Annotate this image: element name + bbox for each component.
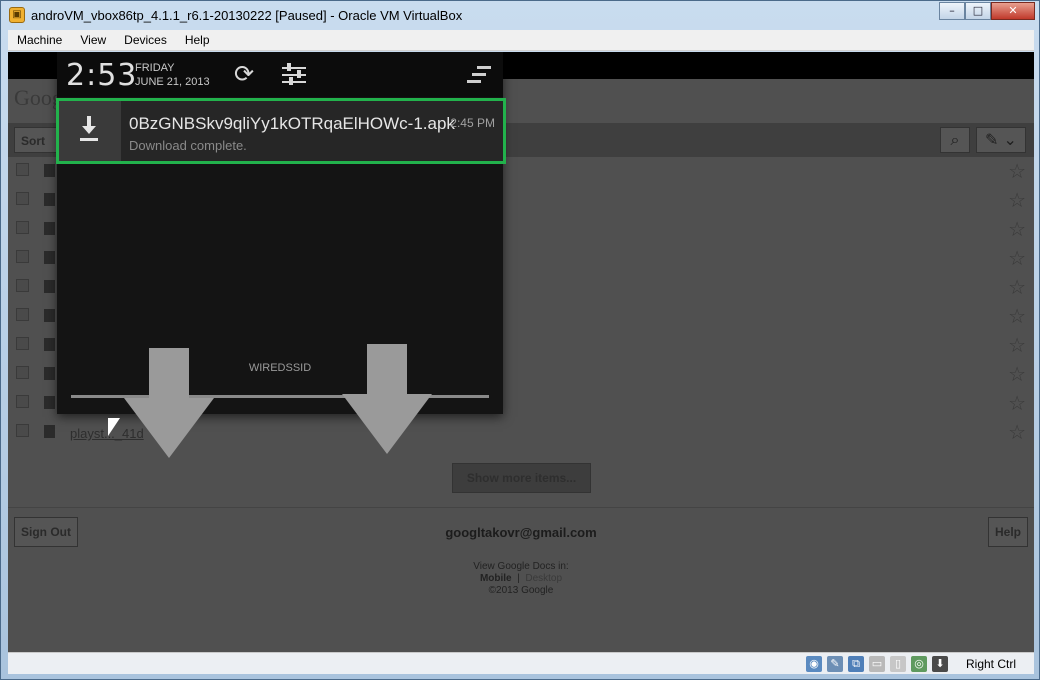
star-icon[interactable]: ☆ — [1008, 333, 1026, 357]
row-checkbox[interactable] — [16, 337, 29, 350]
virtualbox-app-icon: ▣ — [9, 7, 25, 23]
copyright-text: ©2013 Google — [488, 585, 554, 596]
guest-screen[interactable]: Goog Sort ⌕ ✎ ⌄ ☆ ☆ ☆ ☆ ☆ ☆ ☆ ☆ ☆ playst… — [8, 52, 1034, 652]
spreadsheet-file-icon — [44, 164, 55, 177]
network-icon[interactable]: ⧉ — [848, 656, 864, 672]
view-mode-links: Mobile | Desktop — [8, 573, 1034, 584]
virtualbox-window: ▣ androVM_vbox86tp_4.1.1_r6.1-20130222 [… — [0, 0, 1040, 680]
menu-view[interactable]: View — [71, 33, 115, 47]
file-icon — [44, 251, 55, 264]
star-icon[interactable]: ☆ — [1008, 217, 1026, 241]
clock-date: JUNE 21, 2013 — [135, 76, 210, 88]
close-button[interactable]: ✕ — [991, 2, 1035, 20]
desktop-link[interactable]: Desktop — [525, 573, 562, 584]
star-icon[interactable]: ☆ — [1008, 420, 1026, 444]
file-icon — [44, 309, 55, 322]
file-icon — [44, 193, 55, 206]
maximize-button[interactable]: □ — [965, 2, 991, 20]
star-icon[interactable]: ☆ — [1008, 304, 1026, 328]
window-controls: – □ ✕ — [939, 2, 1035, 20]
file-icon — [44, 425, 55, 438]
star-icon[interactable]: ☆ — [1008, 275, 1026, 299]
help-button[interactable]: Help — [988, 517, 1028, 547]
clock-day: FRIDAY — [135, 62, 175, 74]
file-icon — [44, 367, 55, 380]
host-key-label: Right Ctrl — [965, 657, 1016, 671]
star-icon[interactable]: ☆ — [1008, 159, 1026, 183]
vm-status-bar: ◉ ✎ ⧉ ▭ ▯ ◎ ⬇ Right Ctrl — [8, 652, 1034, 674]
quick-settings-icon[interactable] — [279, 60, 309, 90]
file-icon — [44, 280, 55, 293]
clock-time: 2:53 — [66, 58, 138, 93]
menu-machine[interactable]: Machine — [8, 33, 71, 47]
star-icon[interactable]: ☆ — [1008, 246, 1026, 270]
file-icon — [44, 338, 55, 351]
minimize-button[interactable]: – — [939, 2, 965, 20]
menu-devices[interactable]: Devices — [115, 33, 176, 47]
search-icon[interactable]: ⌕ — [940, 127, 970, 153]
mouse-integration-icon[interactable]: ⬇ — [932, 656, 948, 672]
star-icon[interactable]: ☆ — [1008, 188, 1026, 212]
mouse-cursor-icon — [108, 418, 120, 436]
row-checkbox[interactable] — [16, 395, 29, 408]
view-in-label: View Google Docs in: — [473, 561, 569, 572]
virtualization-icon[interactable]: ◎ — [911, 656, 927, 672]
window-title: androVM_vbox86tp_4.1.1_r6.1-20130222 [Pa… — [31, 8, 463, 23]
star-icon[interactable]: ☆ — [1008, 391, 1026, 415]
clear-notifications-icon[interactable] — [467, 66, 491, 86]
hard-disk-icon[interactable]: ◉ — [806, 656, 822, 672]
create-document-icon[interactable]: ✎ ⌄ — [976, 127, 1026, 153]
account-email: googltakovr@gmail.com — [445, 525, 597, 540]
notification-highlight-box — [56, 98, 506, 164]
file-icon — [44, 396, 55, 409]
status-icons: ◉ ✎ ⧉ ▭ ▯ ◎ ⬇ — [806, 656, 948, 672]
row-checkbox[interactable] — [16, 192, 29, 205]
swipe-down-arrow-icon — [342, 344, 432, 454]
shade-header: 2:53 FRIDAY JUNE 21, 2013 ⟳ — [57, 52, 503, 97]
view-separator: | — [517, 573, 520, 584]
row-checkbox[interactable] — [16, 250, 29, 263]
row-checkbox[interactable] — [16, 279, 29, 292]
star-icon[interactable]: ☆ — [1008, 362, 1026, 386]
mobile-link[interactable]: Mobile — [480, 573, 512, 584]
shared-folders-icon[interactable]: ▯ — [890, 656, 906, 672]
swipe-down-arrow-icon — [124, 348, 214, 458]
title-bar[interactable]: ▣ androVM_vbox86tp_4.1.1_r6.1-20130222 [… — [1, 1, 1039, 30]
menu-bar: Machine View Devices Help — [8, 30, 1034, 51]
row-checkbox[interactable] — [16, 221, 29, 234]
sort-button[interactable]: Sort — [14, 127, 58, 153]
footer-divider — [8, 507, 1034, 508]
file-icon — [44, 222, 55, 235]
usb-icon[interactable]: ▭ — [869, 656, 885, 672]
show-more-button[interactable]: Show more items... — [452, 463, 591, 493]
auto-rotate-icon[interactable]: ⟳ — [229, 60, 259, 90]
row-checkbox[interactable] — [16, 308, 29, 321]
row-checkbox[interactable] — [16, 424, 29, 437]
row-checkbox[interactable] — [16, 366, 29, 379]
optical-drive-icon[interactable]: ✎ — [827, 656, 843, 672]
row-checkbox[interactable] — [16, 163, 29, 176]
menu-help[interactable]: Help — [176, 33, 219, 47]
